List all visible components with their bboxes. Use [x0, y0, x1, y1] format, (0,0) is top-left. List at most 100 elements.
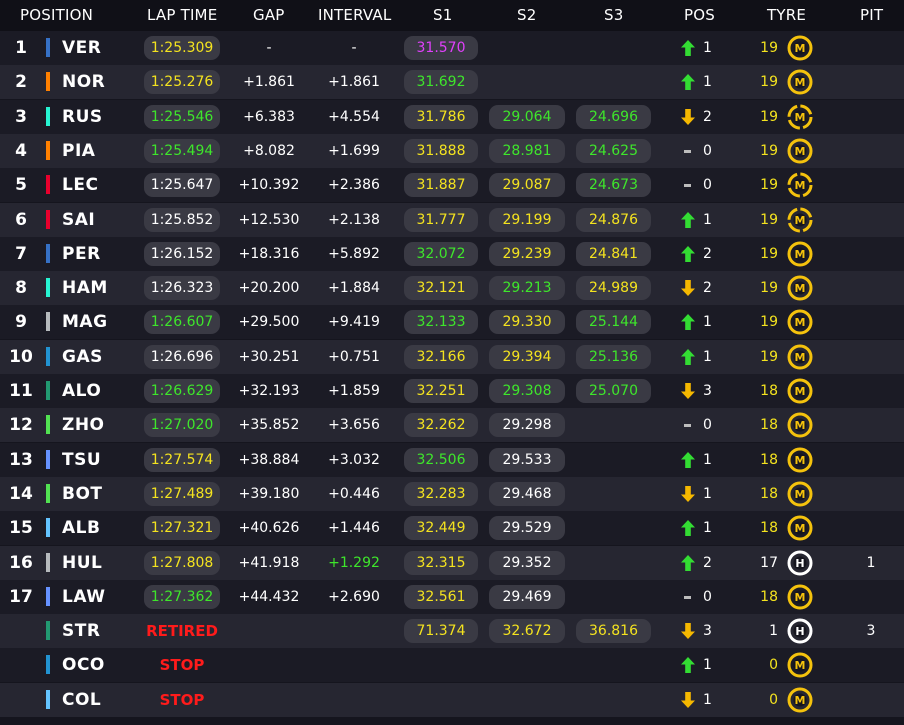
hard-tyre-icon: H [787, 618, 813, 644]
no-change-dash-icon [684, 149, 691, 153]
tyre-laps: 19 [760, 74, 778, 91]
table-row[interactable]: 4 PIA 1:25.494 +8.082 +1.699 31.888 28.981 24.6… [0, 133, 904, 168]
header-s1[interactable]: S1 [433, 0, 452, 31]
driver-code[interactable]: GAS [62, 340, 103, 374]
interval-value: +1.859 [328, 383, 380, 399]
table-row[interactable]: 11 ALO 1:26.629 +32.193 +1.859 32.251 29.308 25… [0, 374, 904, 408]
medium-tyre-pitting-icon: M [787, 104, 813, 130]
sector-2-time: 29.468 [489, 481, 565, 506]
lap-time: 1:27.321 [144, 516, 220, 541]
header-gap[interactable]: GAP [253, 0, 285, 31]
position-number: 17 [9, 586, 33, 607]
lap-time: 1:26.629 [144, 379, 220, 403]
positions-changed: 2 [703, 554, 712, 571]
table-row[interactable]: 5 LEC 1:25.647 +10.392 +2.386 31.887 29.087 24.… [0, 168, 904, 203]
tyre-compound-letter: M [795, 282, 806, 295]
driver-code[interactable]: LEC [62, 168, 98, 202]
table-row[interactable]: 13 TSU 1:27.574 +38.884 +3.032 32.506 29.533 1 1… [0, 442, 904, 477]
arrow-up-icon [681, 40, 695, 56]
table-row[interactable]: STR RETIRED 71.374 32.672 36.816 3 1 H 3 [0, 614, 904, 649]
tyre-laps: 19 [760, 40, 778, 56]
driver-code[interactable]: HUL [62, 546, 102, 580]
table-row[interactable]: 6 SAI 1:25.852 +12.530 +2.138 31.777 29.199 24.… [0, 202, 904, 237]
interval-value: +1.292 [328, 554, 380, 571]
interval-value: +0.446 [328, 485, 380, 502]
pit-stops [840, 511, 902, 545]
driver-code[interactable]: NOR [62, 65, 105, 99]
header-position[interactable]: POSITION [20, 0, 93, 31]
sector-2-time: 29.469 [489, 584, 565, 609]
driver-code[interactable]: RUS [62, 100, 103, 134]
table-row[interactable]: 16 HUL 1:27.808 +41.918 +1.292 32.315 29.352 2 1… [0, 545, 904, 580]
driver-code[interactable]: ALB [62, 511, 100, 545]
table-row[interactable]: 3 RUS 1:25.546 +6.383 +4.554 31.786 29.064 24.6… [0, 99, 904, 134]
position-number: 15 [9, 518, 33, 539]
team-color-bar [46, 140, 50, 160]
table-row[interactable]: 10 GAS 1:26.696 +30.251 +0.751 32.166 29.394 25… [0, 339, 904, 374]
medium-tyre-icon: M [787, 412, 813, 438]
header-s2[interactable]: S2 [517, 0, 536, 31]
medium-tyre-icon: M [787, 481, 813, 507]
tyre-compound-letter: M [795, 660, 806, 673]
table-row[interactable]: 14 BOT 1:27.489 +39.180 +0.446 32.283 29.468 1 1… [0, 476, 904, 511]
driver-code[interactable]: LAW [62, 580, 105, 614]
table-row[interactable]: 15 ALB 1:27.321 +40.626 +1.446 32.449 29.529 1 1… [0, 511, 904, 546]
medium-tyre-icon: M [787, 584, 813, 610]
driver-code[interactable]: VER [62, 31, 101, 65]
table-row[interactable]: 17 LAW 1:27.362 +44.432 +2.690 32.561 29.469 0 1… [0, 579, 904, 614]
sector-3-time: 24.876 [576, 207, 651, 232]
driver-code[interactable]: PIA [62, 134, 95, 168]
table-row[interactable]: 8 HAM 1:26.323 +20.200 +1.884 32.121 29.213 24.… [0, 271, 904, 306]
gap-value: +12.530 [238, 211, 300, 228]
sector-3-time: 24.841 [576, 241, 651, 266]
sector-1-time: 32.133 [404, 310, 478, 335]
header-s3[interactable]: S3 [604, 0, 623, 31]
driver-code[interactable]: PER [62, 237, 101, 271]
header-pos[interactable]: POS [684, 0, 715, 31]
arrow-up-icon [681, 520, 695, 537]
table-row[interactable]: OCO STOP 1 0 M [0, 648, 904, 683]
arrow-down-icon [681, 383, 695, 399]
header-interval[interactable]: INTERVAL [318, 0, 391, 31]
lap-time: 1:25.647 [144, 173, 220, 198]
lap-time: 1:27.020 [144, 413, 220, 438]
driver-code[interactable]: SAI [62, 203, 95, 237]
driver-code[interactable]: MAG [62, 305, 108, 339]
lap-time: 1:26.152 [144, 241, 220, 266]
driver-code[interactable]: HAM [62, 271, 108, 305]
driver-code[interactable]: ALO [62, 374, 101, 408]
header-pit[interactable]: PIT [860, 0, 883, 31]
table-row[interactable]: 9 MAG 1:26.607 +29.500 +9.419 32.133 29.330 25.… [0, 305, 904, 340]
interval-value: +3.656 [328, 417, 380, 434]
driver-code[interactable]: ZHO [62, 408, 105, 442]
team-color-bar [46, 38, 50, 57]
sector-2-time: 29.394 [489, 344, 565, 369]
lap-time: 1:27.362 [144, 584, 220, 609]
header-tyre[interactable]: TYRE [767, 0, 806, 31]
driver-code[interactable]: BOT [62, 477, 103, 511]
driver-code[interactable]: COL [62, 683, 101, 717]
gap-value: +10.392 [238, 177, 300, 194]
header-lap-time[interactable]: LAP TIME [147, 0, 217, 31]
no-change-dash-icon [684, 595, 691, 599]
table-row[interactable]: 2 NOR 1:25.276 +1.861 +1.861 31.692 1 19 M [0, 65, 904, 100]
tyre-laps: 19 [760, 177, 778, 194]
sector-3-time: 24.625 [576, 138, 651, 163]
tyre-compound-letter: M [795, 317, 806, 330]
position-number: 3 [15, 106, 27, 127]
table-row[interactable]: 7 PER 1:26.152 +18.316 +5.892 32.072 29.239 24.… [0, 236, 904, 271]
sector-1-time: 32.283 [404, 481, 478, 506]
tyre-laps: 19 [760, 280, 778, 297]
driver-code[interactable]: STR [62, 614, 100, 648]
driver-code[interactable]: TSU [62, 443, 101, 477]
position-number: 13 [9, 449, 33, 470]
pit-stops: 1 [866, 554, 876, 571]
driver-code[interactable]: OCO [62, 648, 105, 682]
pit-stops [840, 100, 902, 134]
table-row[interactable]: 1 VER 1:25.309 - - 31.570 1 19 M [0, 31, 904, 65]
table-row[interactable]: COL STOP 1 0 M [0, 682, 904, 717]
lap-time: 1:26.607 [144, 310, 220, 335]
gap-value: - [266, 40, 272, 56]
pit-stops [840, 648, 902, 682]
table-row[interactable]: 12 ZHO 1:27.020 +35.852 +3.656 32.262 29.298 0 1… [0, 408, 904, 443]
